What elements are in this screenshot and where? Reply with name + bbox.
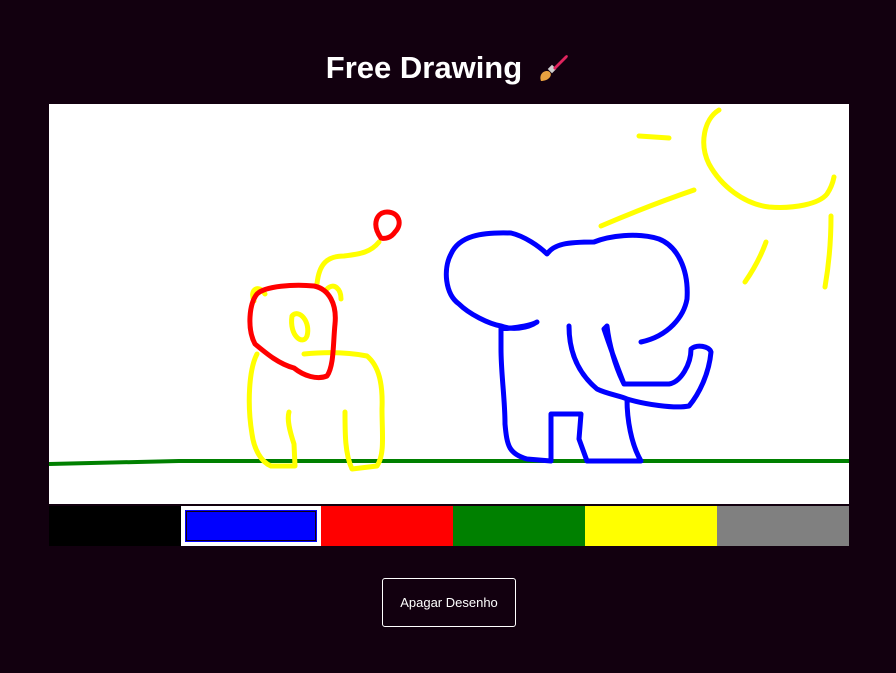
paintbrush-icon (540, 55, 569, 81)
balloon-string-stroke (314, 239, 382, 287)
color-swatch-blue[interactable] (181, 506, 321, 546)
sun-arc-stroke (701, 107, 837, 210)
color-palette (49, 506, 849, 546)
color-swatch-yellow[interactable] (585, 506, 717, 546)
color-swatch-red[interactable] (321, 506, 453, 546)
page-header: Free Drawing (0, 46, 896, 90)
drawing-surface[interactable] (49, 104, 849, 504)
color-swatch-gray[interactable] (717, 506, 849, 546)
lion-nose-stroke (289, 311, 311, 343)
balloon-stroke (373, 209, 402, 241)
color-swatch-black[interactable] (49, 506, 181, 546)
sun-ray-3-stroke (742, 239, 769, 285)
drawing-canvas[interactable] (49, 104, 849, 504)
page-title: Free Drawing (325, 50, 523, 85)
sun-ray-1-stroke (636, 133, 672, 141)
clear-drawing-button[interactable]: Apagar Desenho (382, 578, 516, 627)
sun-ray-2-stroke (598, 187, 697, 229)
lion-body-stroke (246, 350, 386, 472)
ground-stroke (49, 459, 849, 466)
elephant-stroke (443, 230, 714, 464)
color-swatch-green[interactable] (453, 506, 585, 546)
sun-ray-4-stroke (822, 213, 834, 290)
